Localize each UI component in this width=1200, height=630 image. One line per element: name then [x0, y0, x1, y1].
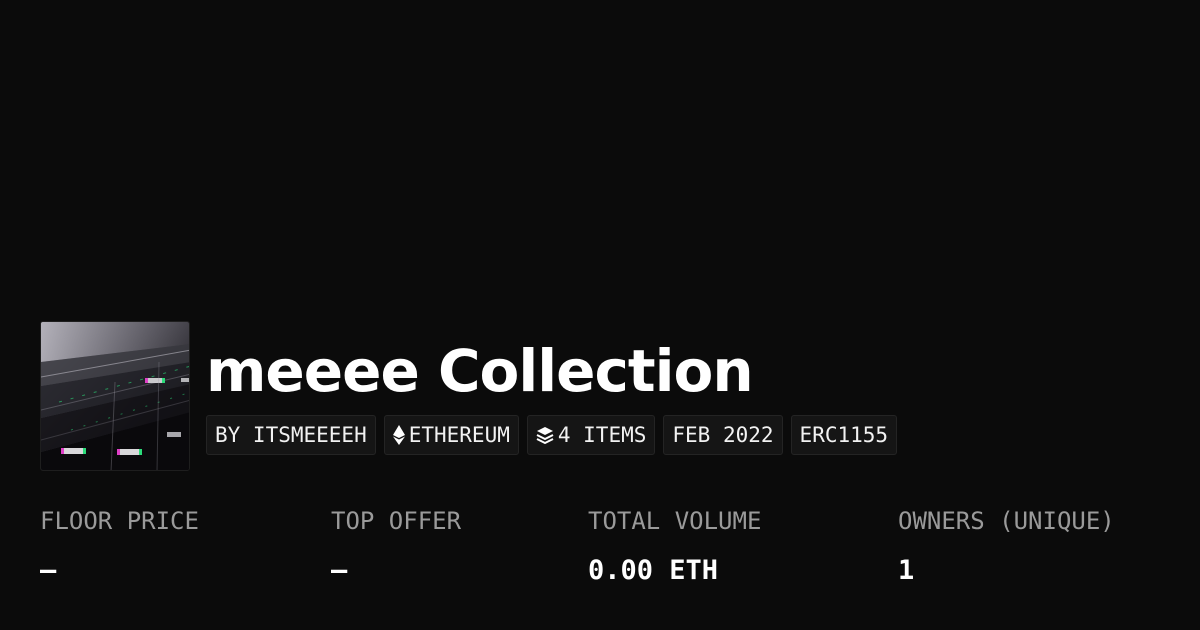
stat-label: TOP OFFER: [331, 507, 462, 535]
tag-created-date-label: FEB 2022: [672, 423, 774, 447]
layers-icon: [536, 427, 554, 444]
tag-item-count-label: 4 ITEMS: [557, 423, 647, 447]
tag-item-count[interactable]: 4 ITEMS: [526, 415, 656, 455]
stat-top-offer: TOP OFFER –: [331, 503, 461, 589]
collection-tags: BY ITSMEEEEH ETHEREUM 4 ITEMS FEB 2022 E…: [206, 415, 898, 455]
tag-chain-label: ETHEREUM: [408, 423, 510, 447]
ethereum-icon: [392, 425, 405, 445]
stat-label: FLOOR PRICE: [40, 507, 199, 535]
tag-token-standard-label: ERC1155: [799, 423, 889, 447]
tag-creator-label: BY ITSMEEEEH: [215, 423, 367, 447]
collection-title: meeee Collection: [206, 337, 754, 405]
stat-value: –: [331, 555, 348, 586]
stat-label: OWNERS (UNIQUE): [898, 507, 1115, 535]
stat-value: 0.00 ETH: [588, 555, 719, 586]
tag-chain[interactable]: ETHEREUM: [383, 415, 519, 455]
stat-value: –: [40, 555, 57, 586]
stat-floor-price: FLOOR PRICE –: [40, 503, 199, 589]
stat-label: TOTAL VOLUME: [588, 507, 762, 535]
stat-owners: OWNERS (UNIQUE) 1: [898, 503, 1115, 589]
collection-avatar-image: [41, 322, 189, 470]
stat-value: 1: [898, 555, 915, 586]
tag-created-date: FEB 2022: [663, 415, 783, 455]
tag-creator[interactable]: BY ITSMEEEEH: [206, 415, 376, 455]
tag-token-standard: ERC1155: [790, 415, 898, 455]
collection-thumbnail: [40, 321, 190, 471]
stat-total-volume: TOTAL VOLUME 0.00 ETH: [588, 503, 761, 589]
